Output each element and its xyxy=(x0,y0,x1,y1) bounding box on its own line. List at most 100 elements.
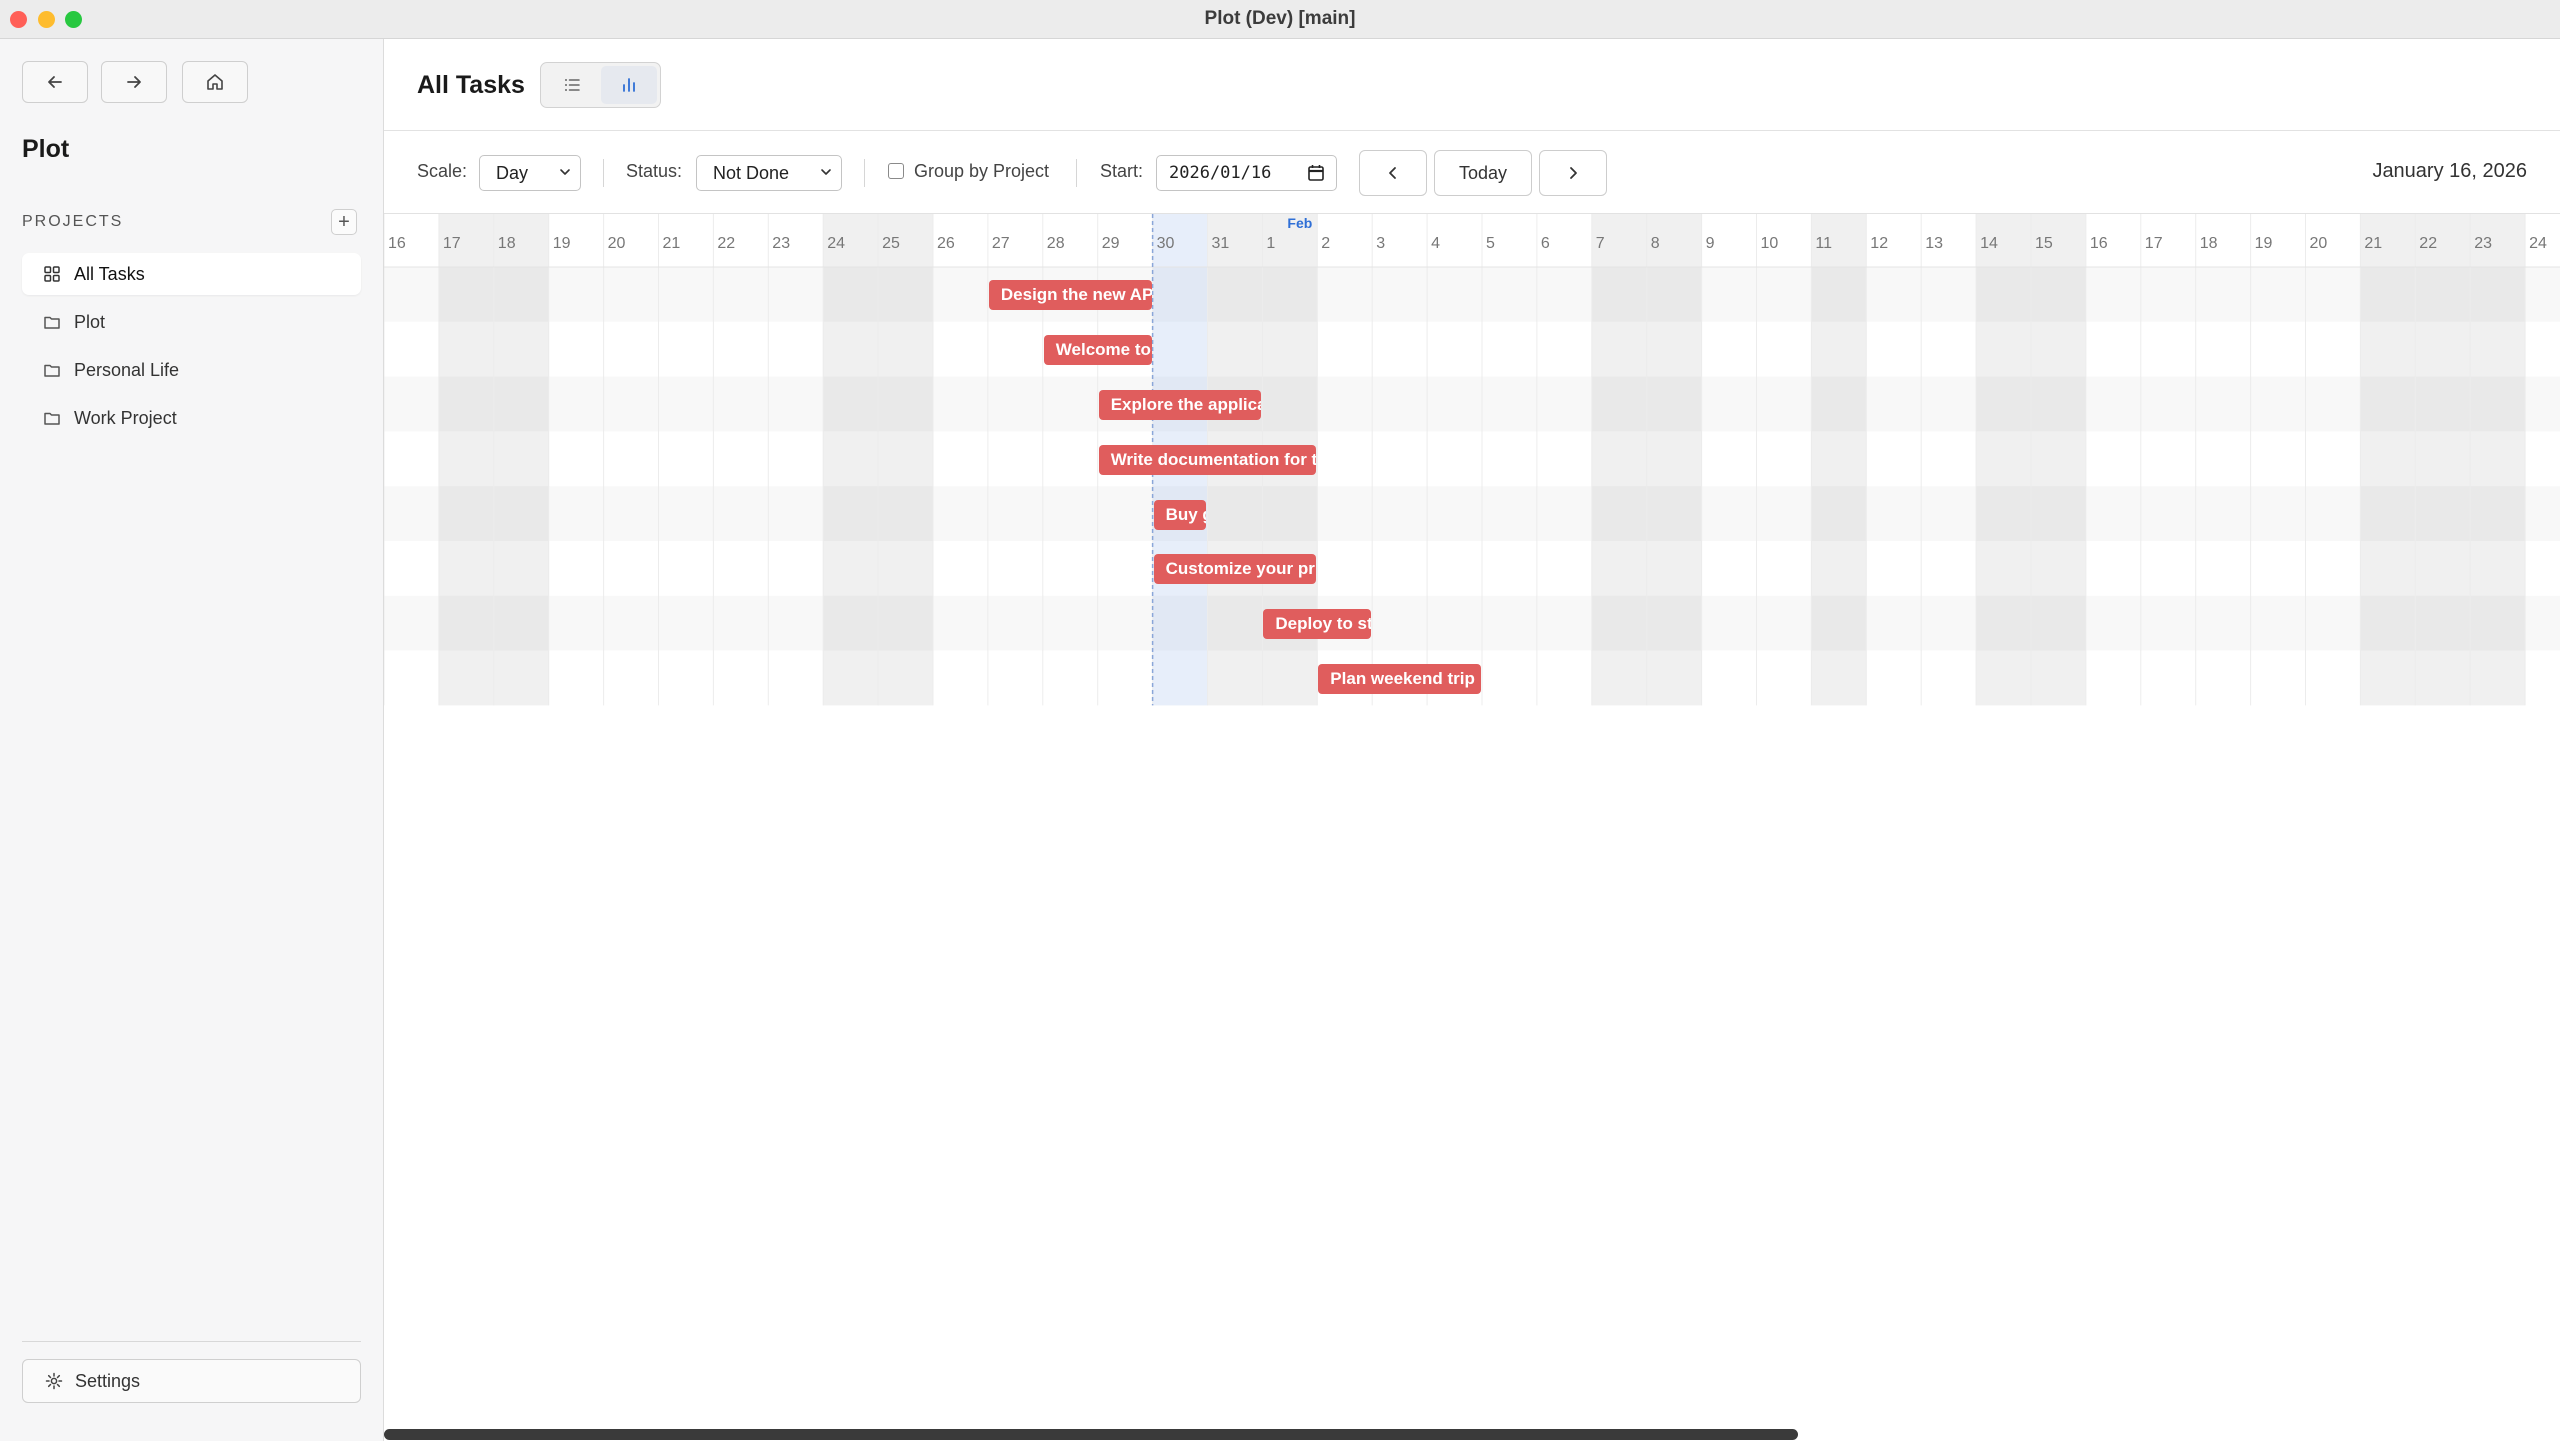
day-label: 4 xyxy=(1431,235,1440,252)
gantt-chart: 16 17 18 19 20 21 22 23 24 25 26 27 28 29 30 31 1 2 3 4 5 6 7 8… xyxy=(384,214,2560,1427)
sidebar-item-work-project[interactable]: Work Project xyxy=(22,397,361,439)
weekend-column xyxy=(823,214,879,706)
today-button[interactable]: Today xyxy=(1434,150,1532,196)
toolbar-separator xyxy=(603,159,604,187)
weekend-column xyxy=(1976,214,2031,706)
day-label: 10 xyxy=(1761,235,1779,252)
day-label: 17 xyxy=(443,235,461,252)
chevron-right-icon xyxy=(1570,167,1577,179)
day-label: 31 xyxy=(1212,235,1230,252)
day-label: 16 xyxy=(2090,235,2108,252)
day-label: 18 xyxy=(498,235,516,252)
task-bar[interactable]: Design the new AP xyxy=(988,280,1152,311)
arrow-left-icon xyxy=(48,76,62,88)
sidebar-title: Plot xyxy=(22,135,70,163)
day-label: 3 xyxy=(1376,235,1385,252)
status-select[interactable]: Not Done xyxy=(696,155,842,191)
day-label: 8 xyxy=(1651,235,1660,252)
previous-range-button[interactable] xyxy=(1359,150,1427,196)
start-date-input[interactable]: 2026/01/16 xyxy=(1156,155,1337,191)
title-bar: Plot (Dev) [main] xyxy=(0,0,2560,39)
day-label: 27 xyxy=(992,235,1010,252)
gantt-row xyxy=(384,321,2560,377)
view-toggle xyxy=(540,62,661,108)
gantt-row xyxy=(384,376,2560,432)
month-marker-label: Feb xyxy=(1287,215,1312,231)
day-label: 7 xyxy=(1596,235,1605,252)
day-label: 26 xyxy=(937,235,955,252)
gantt-row xyxy=(384,486,2560,541)
arrow-right-icon xyxy=(127,76,141,88)
day-label: 16 xyxy=(388,235,406,252)
group-by-project-label: Group by Project xyxy=(914,161,1050,181)
sidebar-divider xyxy=(22,1341,361,1342)
gantt-row xyxy=(384,431,2560,487)
weekend-column xyxy=(2031,214,2086,706)
task-bar[interactable]: Write documentation for t xyxy=(1098,444,1317,475)
toolbar-separator xyxy=(864,159,865,187)
day-label: 30 xyxy=(1157,235,1175,252)
scale-select[interactable]: Day xyxy=(479,155,581,191)
next-range-button[interactable] xyxy=(1539,150,1607,196)
day-label: 29 xyxy=(1102,235,1120,252)
task-bar[interactable]: Plan weekend trip xyxy=(1318,664,1481,694)
task-bar[interactable]: Buy g xyxy=(1153,499,1207,530)
sidebar-item-plot[interactable]: Plot xyxy=(22,301,361,343)
weekend-column xyxy=(878,214,933,706)
day-label: 23 xyxy=(772,235,790,252)
status-label: Status: xyxy=(626,161,683,181)
gantt-toolbar: Scale: Day Status: Not Done Group by Pro… xyxy=(384,131,2560,214)
grid-icon xyxy=(42,264,62,284)
toolbar-separator xyxy=(1076,159,1077,187)
weekend-column xyxy=(493,214,549,706)
sidebar-item-label: Personal Life xyxy=(74,359,180,380)
day-label: 19 xyxy=(2255,235,2273,252)
gantt-grid: 16 17 18 19 20 21 22 23 24 25 26 27 28 29 30 31 1 2 3 4 5 6 7 8… xyxy=(384,214,2560,706)
day-label: 24 xyxy=(827,235,845,252)
add-project-button[interactable]: + xyxy=(331,209,357,235)
day-label: 17 xyxy=(2145,235,2163,252)
day-label: 20 xyxy=(608,235,626,252)
home-button[interactable] xyxy=(182,61,248,103)
start-label: Start: xyxy=(1100,161,1144,181)
task-bar[interactable]: Deploy to st xyxy=(1263,609,1372,640)
chart-icon xyxy=(622,78,635,92)
scale-label: Scale: xyxy=(417,161,468,181)
weekend-column xyxy=(2470,214,2526,706)
sidebar-item-label: All Tasks xyxy=(74,263,145,284)
sidebar-item-personal-life[interactable]: Personal Life xyxy=(22,349,361,391)
chevron-down-icon xyxy=(821,169,831,175)
sidebar-item-label: Work Project xyxy=(74,407,177,428)
window-title: Plot (Dev) [main] xyxy=(1204,8,1356,29)
forward-button[interactable] xyxy=(101,61,167,103)
list-view-button[interactable] xyxy=(544,66,601,104)
gear-icon xyxy=(45,1372,63,1390)
day-label: 2 xyxy=(1321,235,1330,252)
gantt-row xyxy=(384,541,2560,596)
day-label: 14 xyxy=(1980,235,1998,252)
day-label: 22 xyxy=(717,235,735,252)
task-bar[interactable]: Welcome to xyxy=(1043,335,1152,366)
day-label: 12 xyxy=(1870,235,1888,252)
day-label: 18 xyxy=(2200,235,2218,252)
main-header: All Tasks xyxy=(384,39,2560,131)
start-date-value: 2026/01/16 xyxy=(1169,163,1272,183)
timeline-view-button[interactable] xyxy=(600,66,657,104)
task-bar[interactable]: Customize your pr xyxy=(1153,554,1317,585)
day-label: 5 xyxy=(1486,235,1495,252)
settings-button[interactable]: Settings xyxy=(22,1359,361,1403)
current-date-label: January 16, 2026 xyxy=(2372,160,2527,182)
sidebar-item-all-tasks[interactable]: All Tasks xyxy=(22,253,361,295)
day-label: 22 xyxy=(2419,235,2437,252)
page-title: All Tasks xyxy=(417,71,525,99)
group-by-project-checkbox[interactable] xyxy=(888,163,904,179)
weekend-column xyxy=(2415,214,2471,706)
day-label: 21 xyxy=(2364,235,2382,252)
day-label: 19 xyxy=(553,235,571,252)
day-label: 20 xyxy=(2310,235,2328,252)
task-bar[interactable]: Explore the applica xyxy=(1098,390,1262,420)
back-button[interactable] xyxy=(22,61,88,103)
horizontal-scrollbar[interactable] xyxy=(384,1429,1798,1440)
gantt-row xyxy=(384,595,2560,651)
day-label: 13 xyxy=(1925,235,1943,252)
